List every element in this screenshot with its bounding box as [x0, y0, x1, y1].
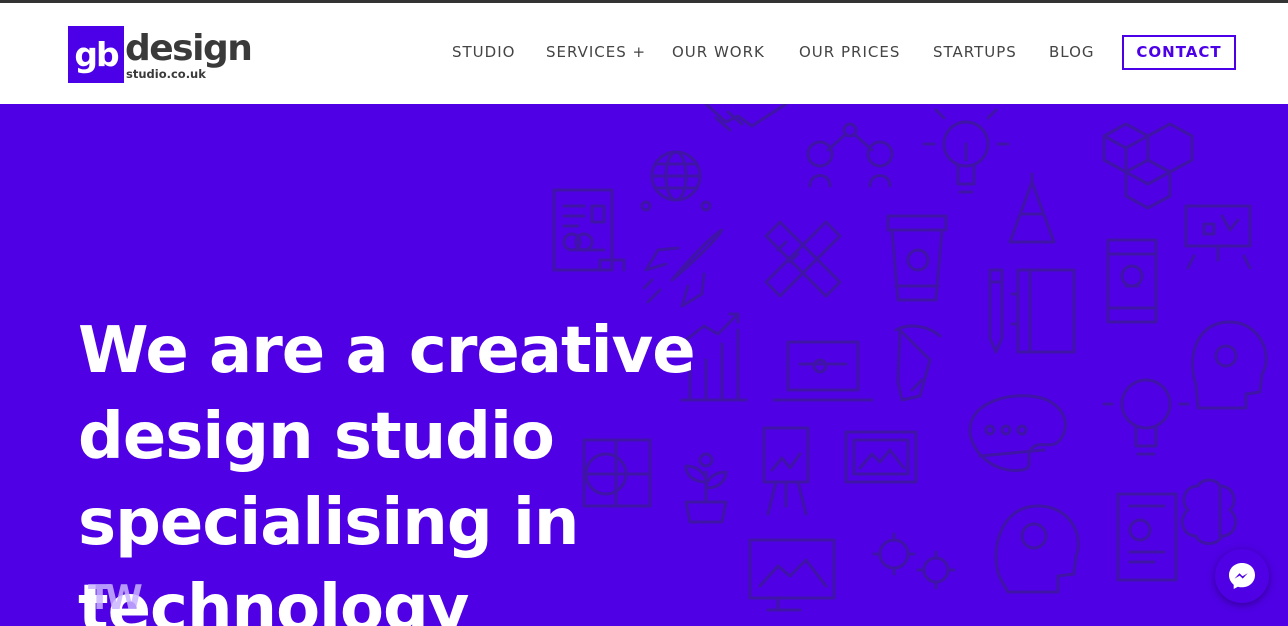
- hero-line-1: We are a creative: [78, 314, 696, 388]
- notebook-icon: [1010, 268, 1076, 354]
- hero-line-3: specialising in: [78, 486, 579, 560]
- logo-mark: gb: [68, 26, 124, 83]
- nav-item-our-work[interactable]: OUR WORK: [672, 35, 765, 69]
- network-icon: [806, 122, 894, 188]
- globe-icon: [640, 150, 712, 212]
- document-icon: [552, 188, 626, 272]
- pencil-ruler-icon: [764, 220, 842, 298]
- picture-icon: [844, 430, 918, 484]
- gears-icon: [872, 532, 956, 590]
- pen-nib-icon: [894, 324, 942, 402]
- logo-subtitle: studio.co.uk: [126, 67, 206, 81]
- site-header: gb design studio.co.uk STUDIO SERVICES +…: [0, 3, 1288, 104]
- typing-overlay: TW: [88, 578, 143, 618]
- presentation-icon: [1184, 204, 1252, 270]
- laptop-icon: [772, 340, 874, 402]
- cubes-icon: [1102, 122, 1194, 210]
- handshake-icon: [704, 104, 788, 132]
- lightbulb-icon: [922, 108, 1010, 194]
- head-gear-icon: [994, 504, 1080, 594]
- contact-button[interactable]: CONTACT: [1122, 35, 1236, 70]
- nav-item-services[interactable]: SERVICES +: [546, 35, 646, 69]
- coffee-cup-icon: [886, 214, 948, 302]
- rocket-icon: [642, 228, 724, 308]
- smartphone-icon: [1106, 238, 1158, 324]
- brain-bulb-icon: [1102, 378, 1190, 456]
- messenger-icon: [1229, 563, 1255, 589]
- tablet-icon: [1116, 492, 1178, 582]
- hero-headline: We are a creative design studio speciali…: [78, 308, 778, 626]
- site-logo[interactable]: gb design studio.co.uk: [68, 26, 258, 84]
- head-question-icon: [1191, 320, 1268, 410]
- pencil-tip-icon: [1008, 172, 1056, 244]
- nav-item-startups[interactable]: STARTUPS: [933, 35, 1017, 69]
- pencil-icon: [988, 268, 1004, 354]
- nav-item-blog[interactable]: BLOG: [1049, 35, 1095, 69]
- palette-icon: [968, 394, 1067, 472]
- nav-item-our-prices[interactable]: OUR PRICES: [799, 35, 900, 69]
- nav-item-studio[interactable]: STUDIO: [452, 35, 515, 69]
- brain-icon: [1180, 478, 1238, 545]
- messenger-chat-button[interactable]: [1215, 549, 1269, 603]
- hero-line-4: technology: [78, 572, 469, 626]
- hero-line-2: design studio: [78, 400, 555, 474]
- hero-section: We are a creative design studio speciali…: [0, 104, 1288, 626]
- logo-wordmark: design: [125, 28, 253, 69]
